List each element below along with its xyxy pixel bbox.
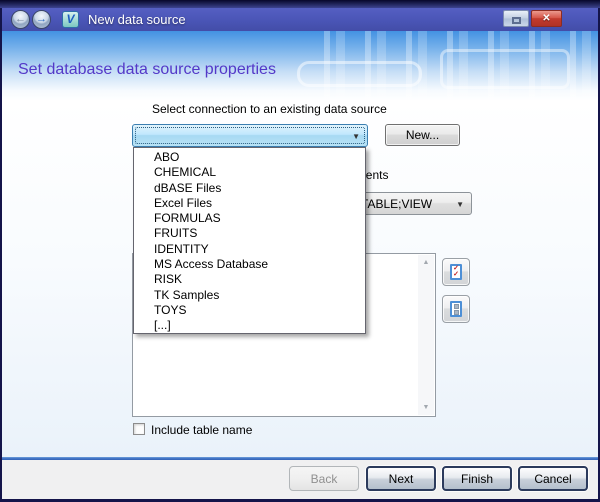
chevron-down-icon: ▼ <box>352 132 360 141</box>
forward-nav-icon[interactable]: → <box>32 10 51 29</box>
checklist-icon: ✓ ✓ <box>450 264 462 280</box>
dropdown-option[interactable]: [...] <box>134 318 365 333</box>
focus-rect <box>135 127 365 144</box>
include-table-name-label: Include table name <box>151 423 252 437</box>
window-title: New data source <box>88 12 186 27</box>
connection-label: Select connection to an existing data so… <box>152 102 387 116</box>
new-data-source-window: ← → V New data source ✕ Set database dat… <box>0 0 600 502</box>
dropdown-option[interactable]: FRUITS <box>134 226 365 241</box>
dropdown-option[interactable]: dBASE Files <box>134 181 365 196</box>
app-logo-icon: V <box>62 11 79 28</box>
dropdown-option[interactable]: MS Access Database <box>134 257 365 272</box>
scroll-down-icon[interactable]: ▼ <box>418 400 434 415</box>
dropdown-option[interactable]: ABO <box>134 150 365 165</box>
dropdown-option[interactable]: IDENTITY <box>134 242 365 257</box>
toggle-icon <box>450 301 462 317</box>
chevron-down-icon: ▼ <box>456 200 464 209</box>
dropdown-option[interactable]: CHEMICAL <box>134 165 365 180</box>
wizard-content: Select connection to an existing data so… <box>2 101 598 457</box>
dropdown-option[interactable]: TOYS <box>134 303 365 318</box>
close-button[interactable]: ✕ <box>531 10 562 27</box>
dropdown-option[interactable]: FORMULAS <box>134 211 365 226</box>
titlebar: ← → V New data source ✕ <box>2 8 598 31</box>
back-nav-icon[interactable]: ← <box>11 10 30 29</box>
circuit-pattern <box>440 49 570 89</box>
element-types-value: TABLE;VIEW <box>361 197 432 211</box>
footer: Back Next Finish Cancel <box>2 460 598 499</box>
finish-button[interactable]: Finish <box>442 466 512 491</box>
check-all-button[interactable]: ✓ ✓ <box>442 258 470 286</box>
square-icon <box>454 304 459 309</box>
page-title: Set database data source properties <box>18 61 276 79</box>
new-button[interactable]: New... <box>385 124 460 146</box>
connection-dropdown-list: ABOCHEMICALdBASE FilesExcel FilesFORMULA… <box>133 147 366 334</box>
include-table-name-checkbox[interactable] <box>133 423 145 435</box>
toggle-selection-button[interactable] <box>442 295 470 323</box>
square-icon <box>454 310 459 315</box>
window-frame-left <box>0 8 2 502</box>
dropdown-option[interactable]: RISK <box>134 272 365 287</box>
window-frame-top <box>0 0 600 8</box>
scroll-up-icon[interactable]: ▲ <box>418 255 434 270</box>
restore-icon <box>512 17 521 24</box>
cancel-button[interactable]: Cancel <box>518 466 588 491</box>
circuit-pattern <box>297 61 422 87</box>
connection-combobox[interactable]: ▼ <box>132 124 368 147</box>
check-icon: ✓ <box>452 272 460 278</box>
back-button[interactable]: Back <box>289 466 359 491</box>
scrollbar[interactable]: ▲ ▼ <box>418 255 434 415</box>
next-button[interactable]: Next <box>366 466 436 491</box>
dropdown-option[interactable]: Excel Files <box>134 196 365 211</box>
dropdown-option[interactable]: TK Samples <box>134 288 365 303</box>
header-band: Set database data source properties <box>2 31 598 101</box>
restore-button[interactable] <box>503 10 529 27</box>
element-types-combobox[interactable]: TABLE;VIEW ▼ <box>352 192 472 215</box>
